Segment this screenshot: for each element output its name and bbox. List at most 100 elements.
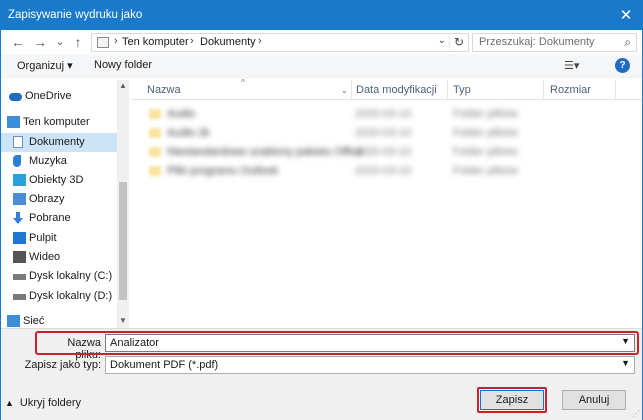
file-date: 2020-03-10 bbox=[355, 127, 412, 139]
desktop-icon bbox=[13, 232, 26, 244]
sort-ascending-icon: ^ bbox=[241, 78, 245, 87]
navigation-bar: ← → ⌄ ↑ › Ten komputer › Dokumenty › ⌄ ↻… bbox=[1, 30, 642, 54]
file-type: Folder plików bbox=[453, 146, 518, 158]
cancel-button[interactable]: Anuluj bbox=[562, 390, 626, 410]
sidebar-item[interactable]: Dysk lokalny (D:) bbox=[1, 287, 117, 306]
file-row[interactable]: Audio 2020-03-10 Folder plików bbox=[131, 105, 642, 124]
save-dialog: Zapisywanie wydruku jako ✕ ← → ⌄ ↑ › Ten… bbox=[0, 0, 643, 420]
navigation-scrollbar[interactable]: ▲ ▼ bbox=[117, 80, 129, 328]
search-icon: ⌕ bbox=[624, 35, 631, 49]
scroll-up-icon[interactable]: ▲ bbox=[119, 81, 127, 90]
sidebar-item[interactable]: Dysk lokalny (C:) bbox=[1, 267, 117, 286]
sidebar-item[interactable]: Dokumenty bbox=[1, 133, 117, 152]
file-date: 2020-03-10 bbox=[355, 108, 412, 120]
sidebar-item[interactable]: Sieć bbox=[1, 312, 117, 328]
breadcrumb-dokumenty[interactable]: Dokumenty bbox=[200, 36, 256, 48]
search-input[interactable]: Przeszukaj: Dokumenty bbox=[479, 36, 595, 48]
folder-icon bbox=[149, 147, 161, 157]
file-name: Audio 2k bbox=[167, 127, 210, 139]
file-name: Niestandardowe szablony pakietu Office bbox=[167, 146, 364, 158]
file-row[interactable]: Audio 2k 2020-03-10 Folder plików bbox=[131, 124, 642, 143]
computer-icon bbox=[7, 116, 20, 128]
new-folder-button[interactable]: Nowy folder bbox=[94, 59, 152, 71]
breadcrumb-separator: › bbox=[114, 35, 118, 47]
document-icon bbox=[13, 136, 23, 148]
column-date-modified[interactable]: Data modyfikacji bbox=[356, 84, 437, 96]
sidebar-item-label: Pulpit bbox=[29, 232, 57, 244]
sidebar-item-label: Sieć bbox=[23, 315, 45, 327]
sidebar-item-label: Pobrane bbox=[29, 212, 71, 224]
forward-button[interactable]: → bbox=[31, 33, 49, 51]
sidebar-item[interactable]: Pobrane bbox=[1, 209, 117, 228]
sidebar-item[interactable]: Muzyka bbox=[1, 152, 117, 171]
sidebar-item[interactable]: Pulpit bbox=[1, 229, 117, 248]
drive-icon bbox=[13, 294, 26, 300]
navigation-pane: OneDrive Ten komputer Dokumenty Muzyka Obiek… bbox=[1, 80, 129, 328]
column-divider[interactable] bbox=[615, 80, 616, 100]
filename-highlight bbox=[35, 331, 639, 355]
column-name-dropdown-icon[interactable]: ⌄ bbox=[341, 86, 348, 95]
column-divider[interactable] bbox=[351, 80, 352, 100]
filetype-dropdown-icon[interactable]: ▼ bbox=[621, 358, 630, 368]
column-divider[interactable] bbox=[543, 80, 544, 100]
folder-icon bbox=[149, 166, 161, 176]
breadcrumb-ten-komputer[interactable]: Ten komputer bbox=[122, 36, 189, 48]
folder-icon bbox=[149, 128, 161, 138]
up-button[interactable]: ↑ bbox=[69, 33, 87, 51]
hide-folders-button[interactable]: ▲ Ukryj foldery bbox=[5, 397, 81, 409]
address-bar[interactable]: › Ten komputer › Dokumenty › ⌄ ↻ bbox=[91, 33, 469, 52]
sidebar-item-label: Wideo bbox=[29, 251, 61, 263]
file-date: 2020-03-10 bbox=[355, 146, 412, 158]
column-name[interactable]: Nazwa bbox=[147, 84, 181, 96]
file-type: Folder plików bbox=[453, 165, 518, 177]
sidebar-item-label: Obiekty 3D bbox=[29, 174, 84, 186]
sidebar-item[interactable]: Ten komputer bbox=[1, 113, 117, 132]
network-icon bbox=[7, 315, 20, 327]
file-type: Folder plików bbox=[453, 108, 518, 120]
column-size[interactable]: Rozmiar bbox=[550, 84, 591, 96]
sidebar-item-label: Dysk lokalny (C:) bbox=[29, 270, 113, 282]
picture-icon bbox=[13, 193, 26, 205]
window-title: Zapisywanie wydruku jako bbox=[8, 9, 143, 21]
help-icon[interactable]: ? bbox=[615, 58, 630, 73]
scrollbar-thumb[interactable] bbox=[119, 182, 127, 300]
sidebar-item-label: Obrazy bbox=[29, 193, 65, 205]
close-button[interactable]: ✕ bbox=[614, 5, 638, 27]
file-name: Audio bbox=[167, 108, 196, 120]
refresh-icon[interactable]: ↻ bbox=[448, 35, 464, 49]
view-options-icon[interactable]: ☰▾ bbox=[564, 59, 579, 72]
sidebar-item-label: Ten komputer bbox=[23, 116, 90, 128]
hide-folders-label: Ukryj foldery bbox=[19, 397, 82, 409]
recent-locations-button[interactable]: ⌄ bbox=[51, 33, 69, 51]
address-dropdown-icon[interactable]: ⌄ bbox=[438, 35, 446, 46]
scroll-down-icon[interactable]: ▼ bbox=[119, 316, 127, 325]
sidebar-item[interactable]: OneDrive bbox=[1, 87, 117, 106]
column-divider[interactable] bbox=[447, 80, 448, 100]
file-type: Folder plików bbox=[453, 127, 518, 139]
sidebar-item-label: Dokumenty bbox=[29, 136, 85, 148]
sidebar-item[interactable]: Obrazy bbox=[1, 190, 117, 209]
sidebar-item[interactable]: Obiekty 3D bbox=[1, 171, 117, 190]
save-highlight bbox=[477, 387, 547, 413]
back-button[interactable]: ← bbox=[9, 33, 27, 51]
download-icon bbox=[13, 212, 23, 224]
file-list: Audio 2020-03-10 Folder plików Audio 2k 2020… bbox=[131, 102, 642, 328]
video-icon bbox=[13, 251, 26, 263]
sidebar-item-label: OneDrive bbox=[25, 90, 72, 102]
search-box[interactable]: Przeszukaj: Dokumenty ⌕ bbox=[472, 33, 637, 52]
sidebar-item-label: Dysk lokalny (D:) bbox=[29, 290, 113, 302]
file-row[interactable]: Pliki programu Outlook 2020-03-10 Folder p… bbox=[131, 162, 642, 181]
dialog-footer: Nazwa pliku: Analizator ▼ Zapisz jako ty… bbox=[1, 328, 642, 420]
sidebar-item[interactable]: Wideo bbox=[1, 248, 117, 267]
resize-grip-icon[interactable]: ⋰ bbox=[632, 409, 640, 418]
organize-button[interactable]: Organizuj ▾ bbox=[17, 59, 73, 72]
breadcrumb-separator: › bbox=[258, 35, 262, 47]
sidebar-item-label: Muzyka bbox=[29, 155, 67, 167]
filetype-select[interactable]: Dokument PDF (*.pdf) ▼ bbox=[105, 356, 635, 374]
column-type[interactable]: Typ bbox=[453, 84, 471, 96]
filetype-label: Zapisz jako typ: bbox=[24, 359, 101, 371]
file-row[interactable]: Niestandardowe szablony pakietu Office 20… bbox=[131, 143, 642, 162]
file-date: 2020-03-10 bbox=[355, 165, 412, 177]
collapse-caret-icon: ▲ bbox=[5, 398, 14, 408]
column-headers: ^ Nazwa ⌄ Data modyfikacji Typ Rozmiar bbox=[131, 78, 642, 100]
